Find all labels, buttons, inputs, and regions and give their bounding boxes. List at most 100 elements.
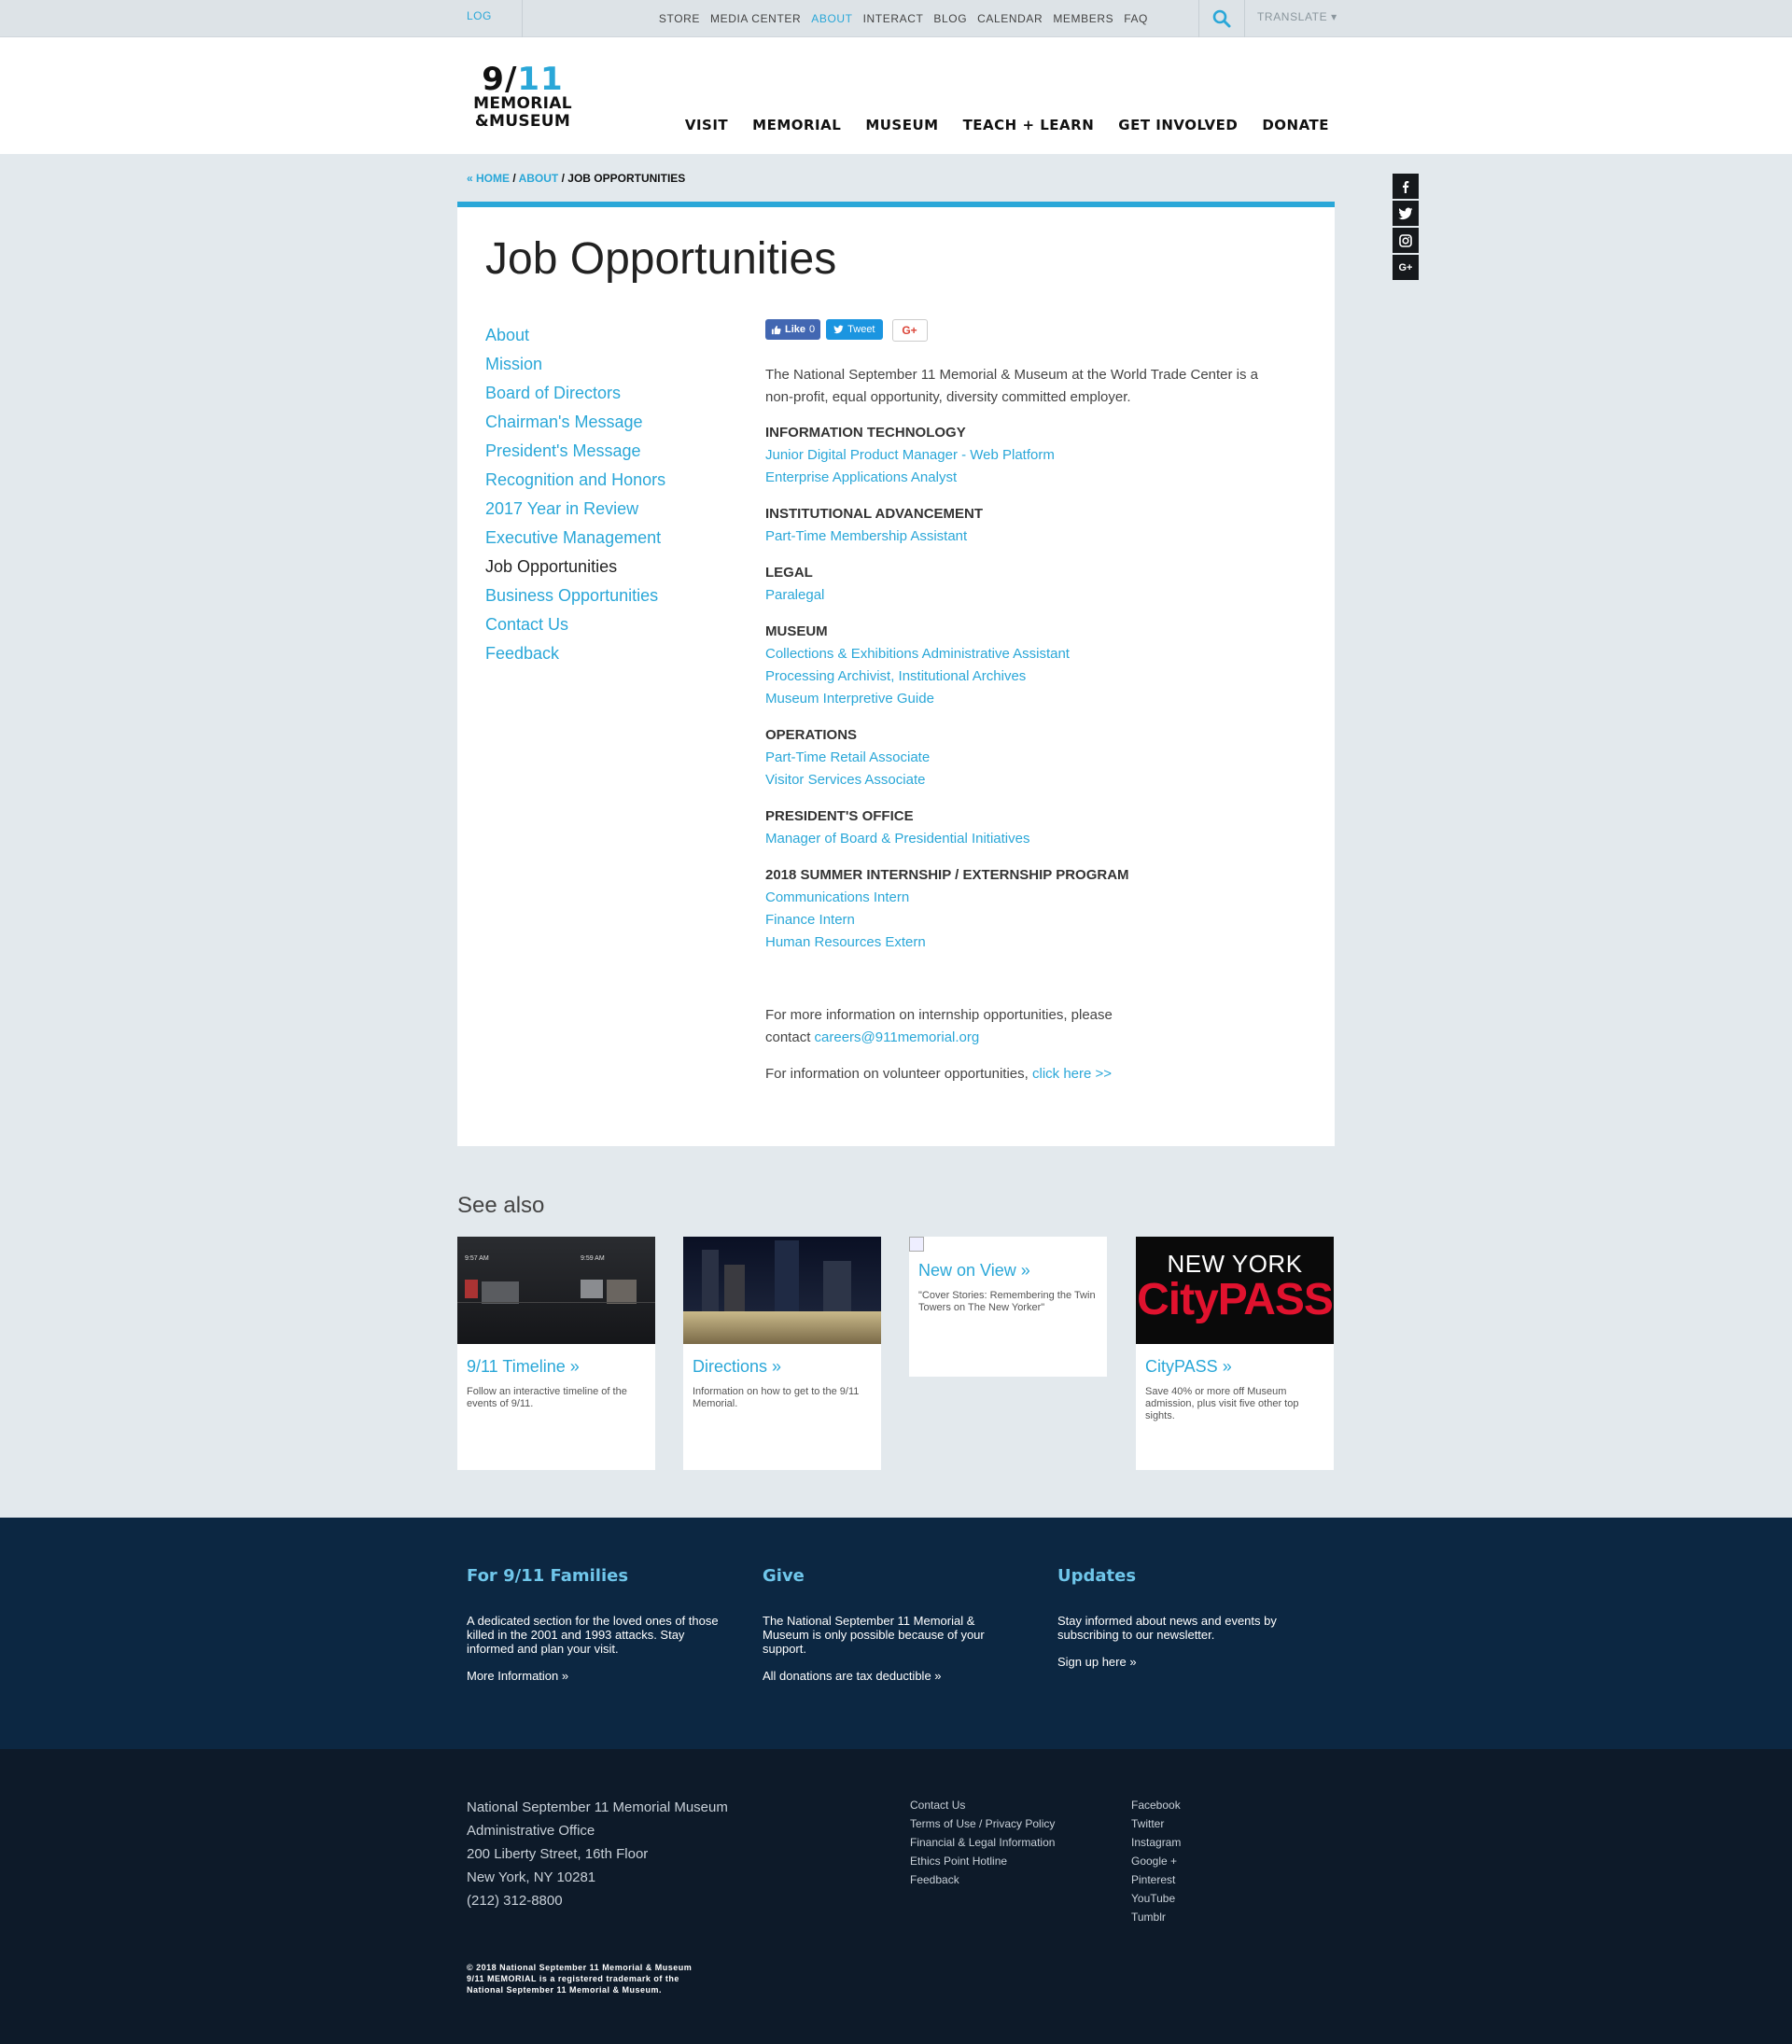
utility-link-members[interactable]: MEMBERS bbox=[1053, 12, 1113, 25]
sidenav-item-board-of-directors[interactable]: Board of Directors bbox=[485, 379, 665, 408]
site-logo[interactable]: 9/11 MEMORIAL &MUSEUM bbox=[467, 63, 579, 131]
about-sidenav: About Mission Board of Directors Chairma… bbox=[485, 321, 665, 668]
footer-link-facebook[interactable]: Facebook bbox=[1131, 1796, 1181, 1814]
utility-link-interact[interactable]: INTERACT bbox=[863, 12, 924, 25]
footer-link-terms[interactable]: Terms of Use / Privacy Policy bbox=[910, 1814, 1055, 1833]
utility-link-media-center[interactable]: MEDIA CENTER bbox=[710, 12, 801, 25]
footer-text: The National September 11 Memorial & Mus… bbox=[763, 1614, 985, 1656]
google-plus-button[interactable]: G+ bbox=[891, 319, 928, 342]
sidenav-item-chairmans-message[interactable]: Chairman's Message bbox=[485, 408, 665, 437]
like-count: 0 bbox=[809, 324, 816, 335]
footer-link-twitter[interactable]: Twitter bbox=[1131, 1814, 1181, 1833]
job-link[interactable]: Human Resources Extern bbox=[765, 931, 1288, 954]
job-link[interactable]: Manager of Board & Presidential Initiati… bbox=[765, 828, 1288, 850]
footer-link-pinterest[interactable]: Pinterest bbox=[1131, 1870, 1181, 1889]
sidenav-item-recognition[interactable]: Recognition and Honors bbox=[485, 466, 665, 495]
logo-line-2: &MUSEUM bbox=[474, 112, 571, 131]
footer-link-contact[interactable]: Contact Us bbox=[910, 1796, 1055, 1814]
utility-link-store[interactable]: STORE bbox=[659, 12, 700, 25]
job-link[interactable]: Junior Digital Product Manager - Web Pla… bbox=[765, 444, 1288, 467]
footer-link-feedback[interactable]: Feedback bbox=[910, 1870, 1055, 1889]
volunteer-link[interactable]: click here >> bbox=[1032, 1066, 1112, 1082]
job-link[interactable]: Finance Intern bbox=[765, 909, 1288, 931]
breadcrumb: « HOME / ABOUT / JOB OPPORTUNITIES bbox=[467, 172, 685, 185]
nav-donate[interactable]: DONATE bbox=[1262, 117, 1329, 133]
job-link[interactable]: Visitor Services Associate bbox=[765, 769, 1288, 791]
nav-visit[interactable]: VISIT bbox=[685, 117, 728, 133]
sidenav-item-year-in-review[interactable]: 2017 Year in Review bbox=[485, 495, 665, 524]
job-link[interactable]: Part-Time Membership Assistant bbox=[765, 525, 1288, 548]
sidenav-item-mission[interactable]: Mission bbox=[485, 350, 665, 379]
footer-heading: Updates bbox=[1057, 1566, 1137, 1586]
broken-image-icon bbox=[909, 1237, 924, 1252]
citypass-tile[interactable]: NEW YORK CityPASS CityPASS » Save 40% or… bbox=[1136, 1237, 1334, 1470]
timeline-tile[interactable]: 9:57 AM 9:59 AM 9/11 Timeline » Follow a… bbox=[457, 1237, 655, 1470]
job-link[interactable]: Enterprise Applications Analyst bbox=[765, 467, 1288, 489]
breadcrumb-home[interactable]: « HOME bbox=[467, 172, 510, 185]
new-on-view-tile[interactable]: New on View » "Cover Stories: Rememberin… bbox=[909, 1237, 1107, 1377]
job-link[interactable]: Museum Interpretive Guide bbox=[765, 688, 1288, 710]
footer-link-financial[interactable]: Financial & Legal Information bbox=[910, 1833, 1055, 1852]
sidenav-item-about[interactable]: About bbox=[485, 321, 665, 350]
sidenav-item-feedback[interactable]: Feedback bbox=[485, 639, 665, 668]
nav-museum[interactable]: MUSEUM bbox=[865, 117, 938, 133]
sidenav-item-presidents-message[interactable]: President's Message bbox=[485, 437, 665, 466]
facebook-like-button[interactable]: Like 0 bbox=[765, 319, 821, 340]
utility-link-faq[interactable]: FAQ bbox=[1124, 12, 1148, 25]
directions-tile[interactable]: Directions » Information on how to get t… bbox=[683, 1237, 881, 1470]
utility-link-blog[interactable]: BLOG bbox=[933, 12, 967, 25]
tile-title[interactable]: Directions » bbox=[683, 1357, 881, 1377]
job-section: INFORMATION TECHNOLOGY Junior Digital Pr… bbox=[765, 422, 1288, 489]
google-plus-icon[interactable]: G+ bbox=[1393, 255, 1419, 280]
section-heading: 2018 SUMMER INTERNSHIP / EXTERNSHIP PROG… bbox=[765, 867, 1129, 883]
footer-link-tumblr[interactable]: Tumblr bbox=[1131, 1908, 1181, 1926]
footer-link-google-plus[interactable]: Google + bbox=[1131, 1852, 1181, 1870]
nav-get-involved[interactable]: GET INVOLVED bbox=[1118, 117, 1238, 133]
main-nav: VISIT MEMORIAL MUSEUM TEACH + LEARN GET … bbox=[685, 117, 1329, 133]
footer-link[interactable]: More Information » bbox=[467, 1669, 719, 1683]
footer-link-youtube[interactable]: YouTube bbox=[1131, 1889, 1181, 1908]
tweet-button[interactable]: Tweet bbox=[826, 319, 883, 340]
sidenav-item-business-opportunities[interactable]: Business Opportunities bbox=[485, 581, 665, 610]
copyright-line: © 2018 National September 11 Memorial & … bbox=[467, 1963, 693, 1972]
nav-memorial[interactable]: MEMORIAL bbox=[752, 117, 841, 133]
section-heading: OPERATIONS bbox=[765, 727, 858, 743]
instagram-icon[interactable] bbox=[1393, 228, 1419, 253]
tweet-label: Tweet bbox=[847, 324, 875, 335]
section-heading: PRESIDENT'S OFFICE bbox=[765, 808, 914, 824]
main-content-card: Job Opportunities About Mission Board of… bbox=[457, 202, 1335, 1146]
sidenav-item-contact-us[interactable]: Contact Us bbox=[485, 610, 665, 639]
twitter-bird-icon bbox=[833, 325, 844, 334]
translate-dropdown[interactable]: TRANSLATE ▾ bbox=[1257, 0, 1337, 37]
search-button[interactable] bbox=[1198, 0, 1245, 37]
nav-teach-learn[interactable]: TEACH + LEARN bbox=[963, 117, 1095, 133]
facebook-icon[interactable] bbox=[1393, 174, 1419, 199]
job-link[interactable]: Communications Intern bbox=[765, 887, 1288, 909]
job-link[interactable]: Paralegal bbox=[765, 584, 1288, 607]
tile-title[interactable]: CityPASS » bbox=[1136, 1357, 1334, 1377]
footer-link[interactable]: All donations are tax deductible » bbox=[763, 1669, 1015, 1683]
sidenav-item-executive-management[interactable]: Executive Management bbox=[485, 524, 665, 553]
footer-heading: Give bbox=[763, 1566, 805, 1586]
footer-link-ethics[interactable]: Ethics Point Hotline bbox=[910, 1852, 1055, 1870]
utility-link-calendar[interactable]: CALENDAR bbox=[977, 12, 1043, 25]
footer-link[interactable]: Sign up here » bbox=[1057, 1655, 1309, 1669]
breadcrumb-current: JOB OPPORTUNITIES bbox=[567, 172, 686, 185]
job-section: PRESIDENT'S OFFICE Manager of Board & Pr… bbox=[765, 805, 1288, 850]
tile-title[interactable]: 9/11 Timeline » bbox=[457, 1357, 655, 1377]
address-line: Administrative Office bbox=[467, 1823, 595, 1839]
login-link[interactable]: LOG IN bbox=[467, 0, 523, 54]
twitter-icon[interactable] bbox=[1393, 201, 1419, 226]
page-title: Job Opportunities bbox=[485, 234, 837, 284]
tile-title[interactable]: New on View » bbox=[909, 1261, 1107, 1281]
volunteer-info-text: For information on volunteer opportuniti… bbox=[765, 1066, 1032, 1082]
footer-give: Give The National September 11 Memorial … bbox=[763, 1566, 1015, 1683]
search-icon bbox=[1212, 9, 1231, 28]
utility-link-about[interactable]: ABOUT bbox=[811, 12, 852, 25]
breadcrumb-about[interactable]: ABOUT bbox=[519, 172, 559, 185]
footer-link-instagram[interactable]: Instagram bbox=[1131, 1833, 1181, 1852]
job-link[interactable]: Processing Archivist, Institutional Arch… bbox=[765, 665, 1288, 688]
job-link[interactable]: Part-Time Retail Associate bbox=[765, 747, 1288, 769]
job-link[interactable]: Collections & Exhibitions Administrative… bbox=[765, 643, 1288, 665]
careers-email-link[interactable]: careers@911memorial.org bbox=[815, 1029, 980, 1045]
